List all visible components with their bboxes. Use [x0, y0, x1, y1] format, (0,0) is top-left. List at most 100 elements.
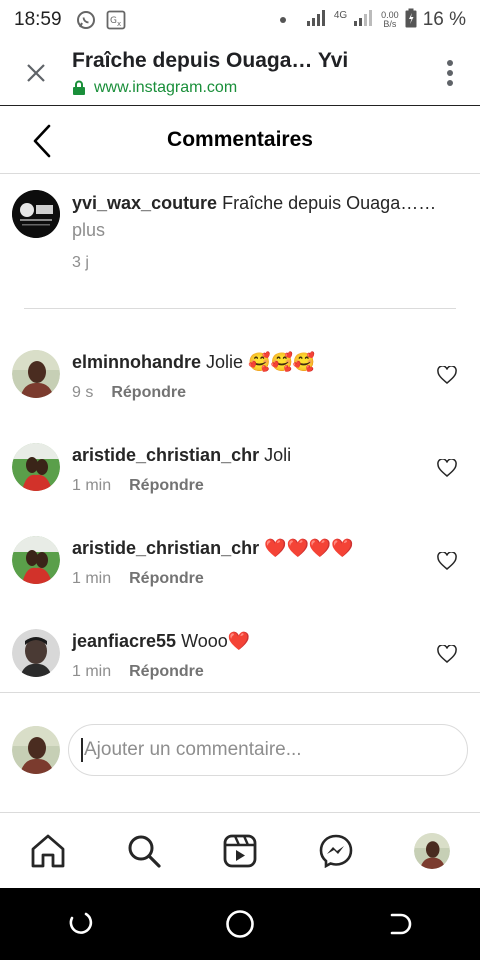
recents-icon — [69, 912, 93, 934]
comment-composer: Ajouter un commentaire... — [0, 724, 480, 776]
signal-icon — [306, 9, 328, 32]
avatar-image — [12, 350, 60, 398]
avatar-image — [12, 443, 60, 491]
search-icon — [128, 835, 161, 868]
text-caret — [81, 738, 83, 762]
signal-icon-2 — [353, 9, 375, 32]
whatsapp-icon — [76, 10, 96, 30]
avatar[interactable] — [12, 350, 60, 398]
translate-icon: Gx — [106, 10, 126, 30]
reels-icon — [223, 834, 257, 867]
caption-time: 3 j — [72, 254, 89, 271]
avatar[interactable] — [12, 190, 60, 238]
avatar — [12, 726, 60, 774]
dot-icon — [279, 17, 286, 23]
heart-icon — [437, 552, 457, 570]
close-icon — [27, 63, 45, 82]
browser-menu-button[interactable] — [420, 40, 480, 106]
svg-text:x: x — [117, 20, 121, 28]
comments-header: Commentaires — [0, 107, 480, 174]
comment-time: 1 min — [72, 477, 112, 494]
comment-username[interactable]: aristide_christian_chr — [72, 538, 259, 558]
reply-button[interactable]: Répondre — [111, 384, 186, 402]
speed-unit: B/s — [383, 19, 397, 29]
recents-button[interactable] — [60, 904, 100, 944]
divider — [0, 692, 480, 693]
svg-text:G: G — [110, 16, 117, 26]
comment-item: elminnohandre Jolie 🥰🥰🥰 9 s Répondre — [0, 350, 480, 402]
back-button[interactable] — [22, 121, 62, 161]
comment-time: 1 min — [72, 663, 112, 680]
like-button[interactable] — [432, 546, 462, 576]
comment-content: Jolie 🥰🥰🥰 — [206, 352, 316, 372]
caption-content: Fraîche depuis Ouaga…… — [222, 193, 437, 213]
page-title: Fraîche depuis Ouaga… Yvi — [72, 48, 349, 72]
back-arrow-icon — [390, 913, 412, 935]
browser-toolbar: Fraîche depuis Ouaga… Yvi www.instagram.… — [0, 40, 480, 106]
back-system-button[interactable] — [380, 904, 420, 944]
avatar[interactable] — [12, 629, 60, 677]
comment-text: aristide_christian_chr ❤️❤️❤️❤️ — [72, 536, 432, 560]
reply-button[interactable]: Répondre — [129, 570, 204, 588]
avatar-image — [12, 629, 60, 677]
reply-button[interactable]: Répondre — [129, 477, 204, 495]
comment-item: jeanfiacre55 Wooo❤️ 1 min Répondre — [0, 629, 480, 681]
reply-button[interactable]: Répondre — [129, 663, 204, 681]
post-caption: yvi_wax_couture Fraîche depuis Ouaga…… p… — [0, 190, 480, 272]
header-title: Commentaires — [167, 128, 313, 151]
network-type: 4G — [333, 9, 348, 21]
nav-search[interactable] — [120, 827, 168, 875]
comment-content: Wooo❤️ — [181, 631, 251, 651]
messenger-icon — [319, 834, 353, 868]
avatar[interactable] — [12, 536, 60, 584]
comment-content: Joli — [264, 445, 292, 465]
comment-text: aristide_christian_chr Joli — [72, 443, 432, 467]
comment-text: jeanfiacre55 Wooo❤️ — [72, 629, 432, 653]
home-icon — [31, 834, 65, 867]
circle-home-icon — [226, 910, 254, 938]
more-link[interactable]: plus — [72, 220, 105, 240]
heart-icon — [437, 366, 457, 384]
avatar-image — [12, 536, 60, 584]
bottom-nav — [0, 812, 480, 888]
comment-input[interactable]: Ajouter un commentaire... — [68, 724, 468, 776]
divider — [24, 308, 456, 309]
comment-time: 9 s — [72, 384, 94, 401]
profile-avatar — [414, 832, 450, 869]
nav-home[interactable] — [24, 827, 72, 875]
brand-logo-image — [12, 190, 60, 238]
like-button[interactable] — [432, 360, 462, 390]
network-speed: 0.00 B/s — [381, 11, 399, 29]
avatar-image — [414, 832, 450, 869]
avatar[interactable] — [12, 443, 60, 491]
close-tab-button[interactable] — [0, 40, 72, 106]
comment-username[interactable]: aristide_christian_chr — [72, 445, 259, 465]
status-time: 18:59 — [14, 9, 62, 30]
more-vert-icon — [447, 59, 453, 86]
comment-text: elminnohandre Jolie 🥰🥰🥰 — [72, 350, 432, 374]
page-url[interactable]: www.instagram.com — [94, 79, 237, 97]
battery-icon — [405, 8, 417, 33]
comment-content: ❤️❤️❤️❤️ — [264, 538, 354, 558]
system-nav-bar — [0, 888, 480, 960]
comment-placeholder: Ajouter un commentaire... — [84, 739, 302, 760]
nav-profile[interactable] — [408, 827, 456, 875]
comment-username[interactable]: jeanfiacre55 — [72, 631, 176, 651]
status-bar: 18:59 Gx 4G 0.00 B/s 16 % — [0, 0, 480, 40]
caption-username[interactable]: yvi_wax_couture — [72, 193, 217, 213]
like-button[interactable] — [432, 639, 462, 669]
like-button[interactable] — [432, 453, 462, 483]
lock-icon — [73, 80, 85, 95]
nav-reels[interactable] — [216, 827, 264, 875]
home-button[interactable] — [220, 904, 260, 944]
avatar-image — [12, 726, 60, 774]
caption-text: yvi_wax_couture Fraîche depuis Ouaga…… p… — [72, 190, 468, 244]
nav-messenger[interactable] — [312, 827, 360, 875]
comment-item: aristide_christian_chr ❤️❤️❤️❤️ 1 min Ré… — [0, 536, 480, 588]
heart-icon — [437, 645, 457, 663]
comment-username[interactable]: elminnohandre — [72, 352, 201, 372]
comment-time: 1 min — [72, 570, 112, 587]
comment-item: aristide_christian_chr Joli 1 min Répond… — [0, 443, 480, 495]
heart-icon — [437, 459, 457, 477]
battery-percent: 16 % — [422, 9, 466, 30]
